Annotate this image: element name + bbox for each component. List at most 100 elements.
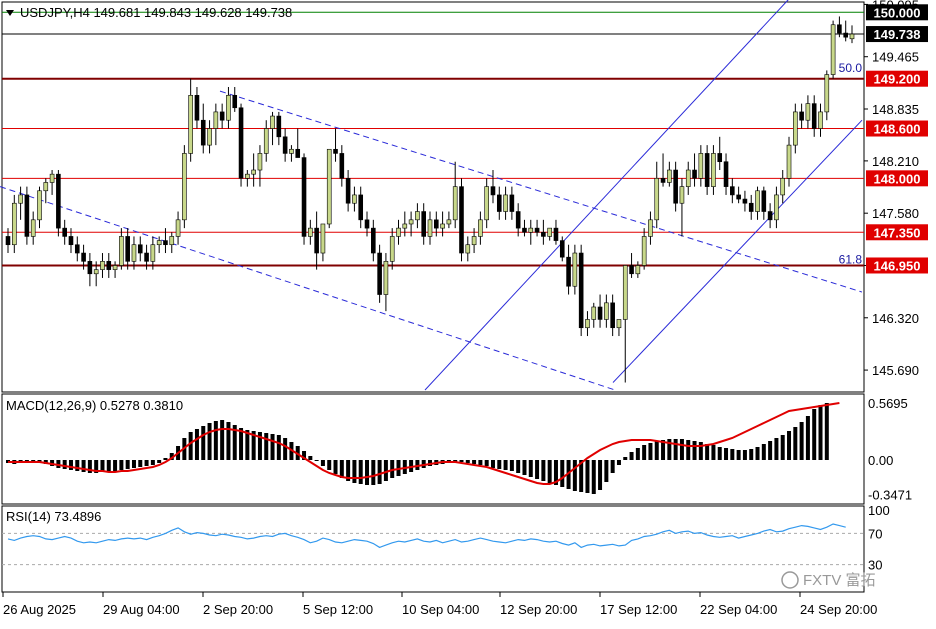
x-tick-label: 22 Sep 04:00 bbox=[700, 602, 777, 617]
macd-bar bbox=[724, 448, 729, 460]
candle-body bbox=[352, 194, 357, 204]
candle-body bbox=[660, 178, 666, 183]
macd-bar bbox=[144, 460, 149, 466]
candle-body bbox=[585, 319, 590, 329]
macd-bar bbox=[686, 440, 691, 460]
macd-bar bbox=[598, 460, 603, 490]
candle-body bbox=[692, 169, 697, 179]
macd-bar bbox=[642, 445, 647, 460]
candle-body bbox=[440, 223, 445, 229]
price-tag-label: 147.350 bbox=[874, 225, 921, 240]
candle-body bbox=[572, 252, 578, 287]
macd-bar bbox=[276, 435, 281, 460]
candle-body bbox=[358, 194, 364, 221]
candle-body bbox=[5, 236, 11, 246]
candle-body bbox=[200, 119, 206, 146]
macd-bar bbox=[787, 431, 792, 460]
price-tag-label: 146.950 bbox=[874, 258, 921, 273]
candle-body bbox=[219, 111, 225, 121]
macd-bar bbox=[31, 460, 36, 461]
macd-bar bbox=[516, 460, 521, 473]
candle-body bbox=[74, 244, 80, 254]
macd-bar bbox=[654, 441, 659, 460]
candle-body bbox=[188, 95, 193, 154]
price-tag-label: 150.000 bbox=[874, 5, 921, 20]
macd-bar bbox=[711, 445, 716, 460]
macd-bar bbox=[528, 460, 533, 477]
rsi-header: RSI(14) 73.4896 bbox=[6, 509, 101, 524]
candle-body bbox=[24, 194, 30, 237]
candle-body bbox=[673, 169, 678, 204]
x-tick-label: 26 Aug 2025 bbox=[3, 602, 76, 617]
candle-body bbox=[112, 265, 118, 270]
macd-bar bbox=[673, 439, 678, 460]
candle-body bbox=[87, 261, 93, 275]
macd-bar bbox=[679, 439, 684, 460]
x-tick-label: 10 Sep 04:00 bbox=[402, 602, 479, 617]
candle-body bbox=[811, 103, 817, 129]
candle-body bbox=[547, 227, 552, 237]
candle-body bbox=[465, 244, 471, 254]
candle-body bbox=[478, 219, 483, 237]
macd-bar bbox=[194, 429, 199, 460]
candle-body bbox=[559, 240, 565, 258]
x-tick-label: 29 Aug 04:00 bbox=[103, 602, 180, 617]
candle-body bbox=[232, 95, 238, 109]
candle-body bbox=[156, 240, 162, 246]
candle-body bbox=[459, 186, 464, 254]
rsi-y-tick-label: 30 bbox=[868, 558, 882, 573]
macd-bar bbox=[131, 460, 136, 468]
svg-text:FXTV 富拓: FXTV 富拓 bbox=[803, 571, 876, 589]
macd-bar bbox=[339, 460, 344, 478]
macd-bar bbox=[371, 460, 376, 485]
candle-body bbox=[793, 111, 798, 146]
candle-body bbox=[452, 186, 458, 221]
candle-body bbox=[301, 157, 307, 237]
candle-body bbox=[119, 236, 124, 266]
candle-body bbox=[685, 169, 691, 187]
candle-body bbox=[421, 211, 427, 237]
macd-bar bbox=[383, 460, 388, 481]
macd-bar bbox=[283, 438, 288, 460]
macd-bar bbox=[591, 460, 596, 494]
candle-body bbox=[616, 319, 622, 329]
candle-body bbox=[723, 161, 729, 187]
candle-body bbox=[805, 103, 811, 121]
macd-bar bbox=[484, 460, 489, 466]
candle-body bbox=[717, 153, 723, 163]
candle-body bbox=[629, 265, 634, 275]
x-tick-label: 5 Sep 12:00 bbox=[303, 602, 373, 617]
candle-body bbox=[320, 223, 326, 254]
candle-body bbox=[522, 227, 527, 233]
macd-bar bbox=[717, 447, 722, 460]
y-tick-label: 148.210 bbox=[872, 154, 919, 169]
fib-label: 61.8 bbox=[839, 253, 863, 267]
candle-body bbox=[824, 74, 830, 113]
candle-body bbox=[270, 115, 275, 129]
candle-body bbox=[194, 95, 200, 121]
macd-bar bbox=[610, 460, 615, 473]
symbol-header: USDJPY,H4 149.681 149.843 149.628 149.73… bbox=[20, 5, 292, 20]
candle-body bbox=[169, 236, 175, 246]
rsi-panel bbox=[1, 505, 865, 593]
candle-body bbox=[528, 227, 534, 233]
candle-body bbox=[541, 231, 546, 237]
x-tick-label: 2 Sep 20:00 bbox=[203, 602, 273, 617]
candle-body bbox=[679, 186, 685, 204]
macd-bar bbox=[472, 460, 477, 464]
chart-root: 50.061.8 150.095149.465148.835148.210147… bbox=[0, 0, 936, 624]
candle-body bbox=[308, 227, 313, 237]
candle-body bbox=[137, 244, 143, 254]
fib-label: 50.0 bbox=[839, 61, 863, 75]
macd-bar bbox=[138, 460, 143, 467]
candle-body bbox=[704, 153, 710, 187]
macd-bar bbox=[352, 460, 357, 483]
macd-header: MACD(12,26,9) 0.5278 0.3810 bbox=[6, 398, 183, 413]
macd-bar bbox=[509, 460, 514, 471]
macd-bar bbox=[730, 449, 735, 460]
macd-bar bbox=[705, 444, 710, 460]
candle-body bbox=[622, 265, 628, 320]
macd-bar bbox=[818, 405, 823, 460]
macd-bar bbox=[264, 433, 269, 460]
candle-body bbox=[786, 144, 792, 179]
